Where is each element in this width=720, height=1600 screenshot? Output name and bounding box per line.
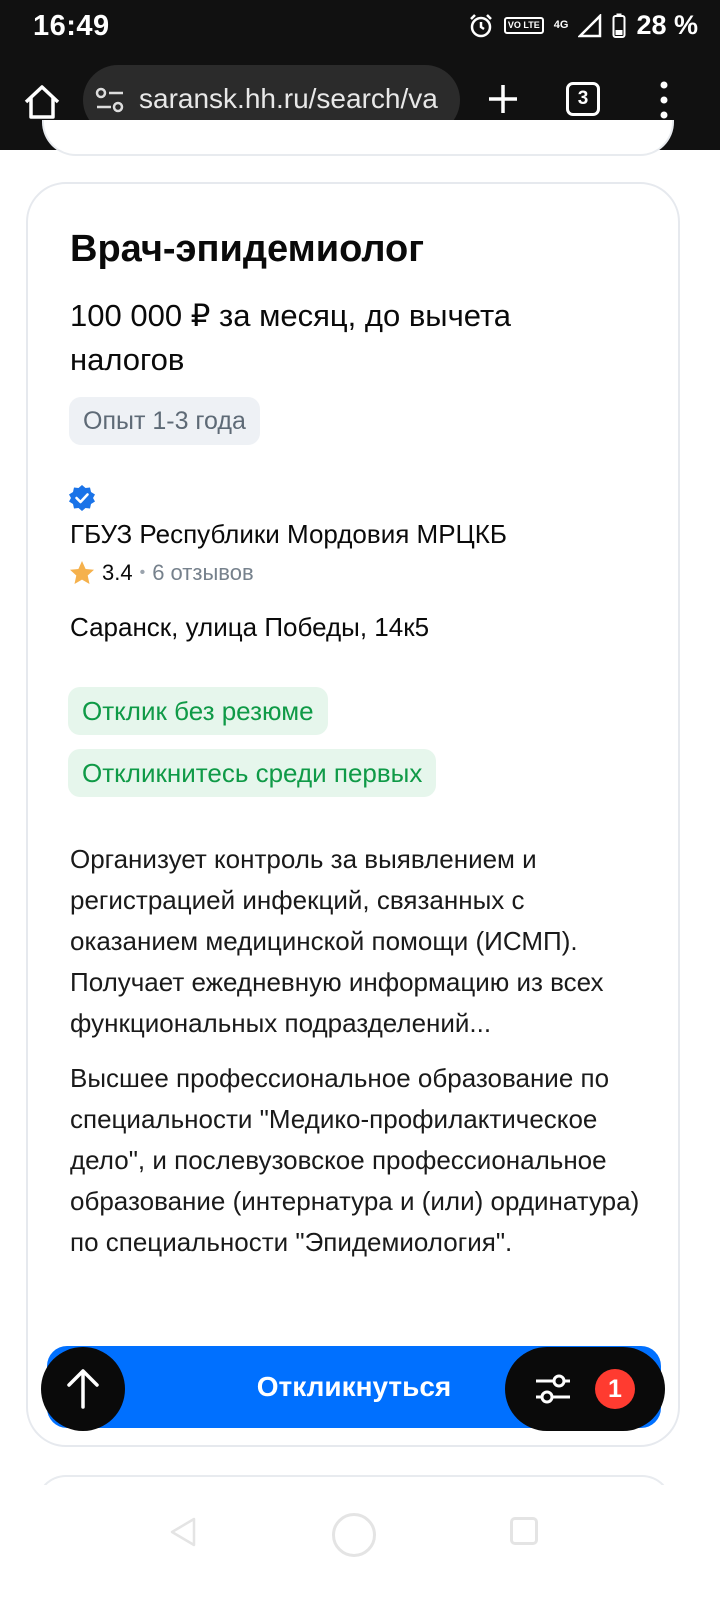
rating-value: 3.4 <box>102 560 133 585</box>
vacancy-description: Организует контроль за выявлением и реги… <box>70 844 604 1038</box>
signal-icon <box>578 13 602 37</box>
alarm-icon <box>470 13 492 37</box>
battery-percent: 28 % <box>636 10 698 40</box>
scroll-to-top-button[interactable] <box>41 1347 125 1431</box>
experience-chip: Опыт 1-3 года <box>69 397 260 445</box>
vacancy-card[interactable]: Врач-эпидемиолог 100 000 ₽ за месяц, до … <box>26 182 680 1447</box>
home-icon[interactable] <box>20 80 64 124</box>
arrow-up-icon <box>67 1369 99 1409</box>
filter-sliders-icon <box>536 1374 570 1404</box>
back-icon[interactable] <box>168 1517 198 1547</box>
vacancy-salary: 100 000 ₽ за месяц, до вычета налогов <box>70 298 512 377</box>
volte-icon: VO LTE <box>503 17 544 34</box>
status-icons: VO LTE 4G 28 % <box>468 10 698 41</box>
filters-button[interactable]: 1 <box>505 1347 665 1431</box>
battery-icon <box>612 13 626 38</box>
verified-badge-icon <box>69 485 95 511</box>
site-settings-icon[interactable] <box>95 87 125 113</box>
status-bar: 16:49 VO LTE 4G 28 % <box>0 0 720 52</box>
company-rating[interactable]: 3.4 • 6 отзывов <box>68 559 254 587</box>
reviews-count: 6 отзывов <box>152 560 254 585</box>
network-type-icon: 4G <box>553 19 569 31</box>
more-menu-icon[interactable] <box>657 80 671 120</box>
filter-count-badge: 1 <box>595 1369 635 1409</box>
company-name[interactable]: ГБУЗ Республики Мордовия МРЦКБ <box>70 519 507 550</box>
separator-dot: • <box>139 564 146 581</box>
vacancy-title[interactable]: Врач-эпидемиолог <box>70 228 424 271</box>
star-icon <box>70 561 94 584</box>
vacancy-address: Саранск, улица Победы, 14к5 <box>70 612 430 642</box>
url-text[interactable]: saransk.hh.ru/search/va <box>139 83 438 115</box>
no-resume-chip: Отклик без резюме <box>68 687 328 735</box>
previous-vacancy-card[interactable] <box>42 120 674 156</box>
tab-switcher-button[interactable]: 3 <box>566 82 600 116</box>
new-tab-icon[interactable] <box>486 82 520 116</box>
nav-home-button[interactable] <box>332 1513 376 1557</box>
system-nav-bar <box>0 1485 720 1600</box>
respond-first-chip: Откликнитесь среди первых <box>68 749 437 797</box>
status-time: 16:49 <box>33 10 110 42</box>
recent-apps-button[interactable] <box>510 1517 538 1545</box>
vacancy-requirements: Высшее профессиональное образование по с… <box>70 1063 640 1257</box>
